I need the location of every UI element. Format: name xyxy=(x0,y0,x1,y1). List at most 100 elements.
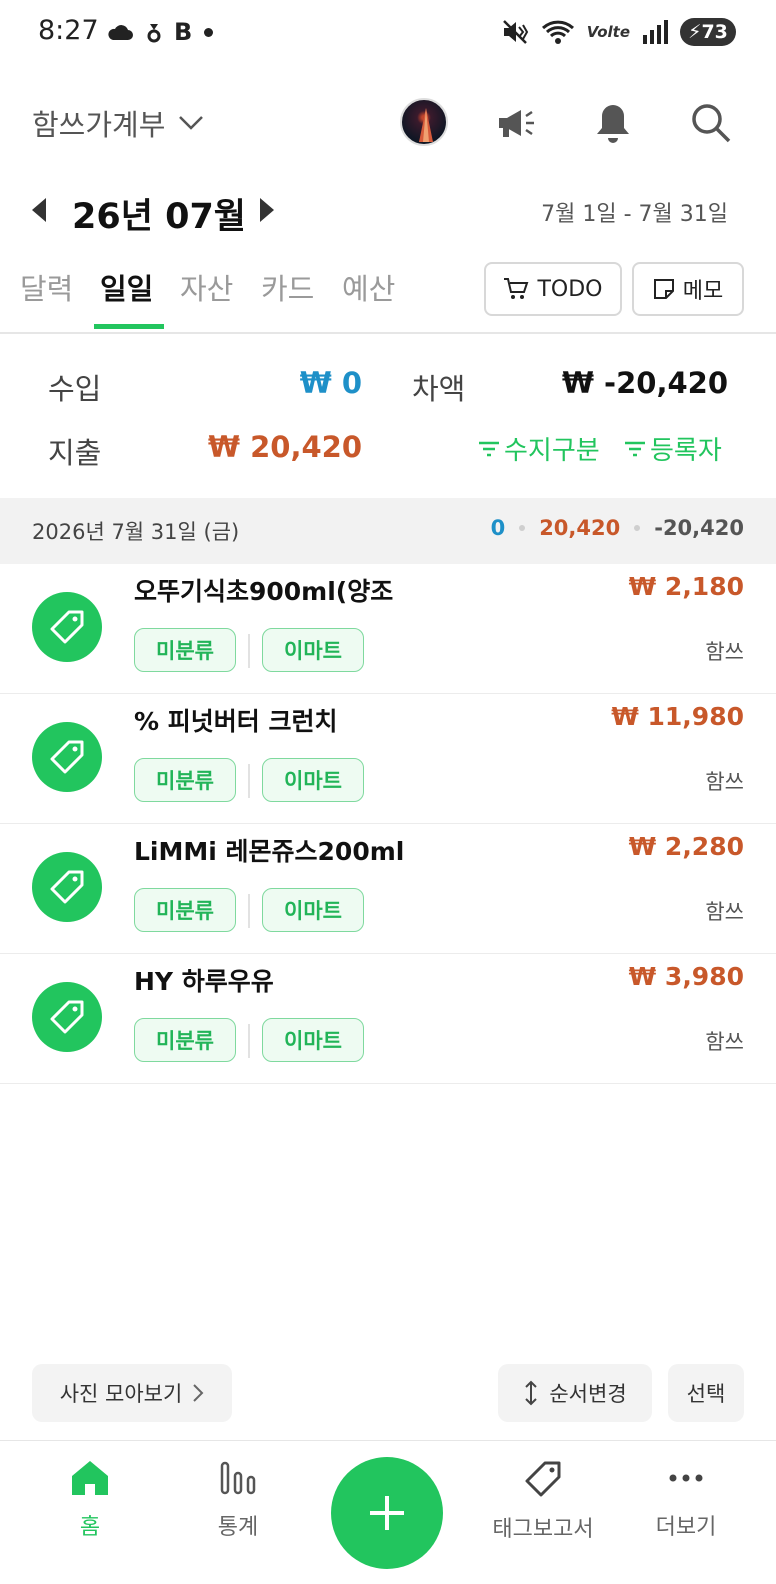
registrant-filter-button[interactable]: 등록자 xyxy=(624,430,722,467)
search-icon xyxy=(692,104,731,143)
transaction-name: 오뚜기식초900ml(양조 xyxy=(134,577,394,606)
transaction-amount: ₩ 11,980 xyxy=(611,702,744,731)
day-difference: -20,420 xyxy=(654,516,744,540)
notification-app-icon xyxy=(147,24,161,43)
tab-card[interactable]: 카드 xyxy=(261,266,314,308)
home-icon xyxy=(72,1461,108,1495)
prev-month-icon[interactable] xyxy=(28,196,48,224)
category-tag[interactable]: 미분류 xyxy=(134,758,236,802)
nav-more[interactable]: 더보기 xyxy=(626,1459,746,1541)
bottom-action-bar: 사진 모아보기 순서변경 선택 xyxy=(0,1364,776,1424)
difference-label: 차액 xyxy=(412,372,466,406)
signal-icon xyxy=(643,20,668,44)
day-income: 0 xyxy=(490,516,506,540)
select-button[interactable]: 선택 xyxy=(668,1364,744,1422)
next-month-icon[interactable] xyxy=(258,196,278,224)
view-tabs: 달력 일일 자산 카드 예산 TODO 메모 xyxy=(0,258,776,334)
cart-icon xyxy=(504,278,529,299)
transaction-row[interactable]: 오뚜기식초900ml(양조 ₩ 2,180 미분류 이마트 함쓰 xyxy=(0,564,776,694)
photo-gallery-label: 사진 모아보기 xyxy=(59,1382,183,1406)
date-range[interactable]: 7월 1일 - 7월 31일 xyxy=(541,196,728,228)
tab-daily[interactable]: 일일 xyxy=(100,266,153,308)
month-label[interactable]: 26년 07월 xyxy=(72,188,246,239)
day-expense: 20,420 xyxy=(539,516,621,540)
wifi-icon xyxy=(541,20,574,44)
transaction-name: % 피넛버터 크런치 xyxy=(134,707,338,736)
photo-gallery-button[interactable]: 사진 모아보기 xyxy=(32,1364,232,1422)
sort-arrows-icon xyxy=(525,1380,538,1406)
transaction-row[interactable]: HY 하루우유 ₩ 3,980 미분류 이마트 함쓰 xyxy=(0,954,776,1084)
store-tag[interactable]: 이마트 xyxy=(262,888,364,932)
transaction-name: HY 하루우유 xyxy=(134,967,274,996)
income-total: ₩ 0 xyxy=(299,366,362,400)
reorder-label: 순서변경 xyxy=(549,1382,627,1406)
category-tag[interactable]: 미분류 xyxy=(134,888,236,932)
tab-calendar[interactable]: 달력 xyxy=(20,266,73,308)
plus-icon xyxy=(370,1496,404,1530)
status-left-icons: B xyxy=(106,18,214,46)
book-selector[interactable]: 함쓰가계부 xyxy=(32,102,205,144)
memo-label: 메모 xyxy=(682,279,724,304)
separator-dot xyxy=(519,525,526,531)
summary-panel: 수입 ₩ 0 차액 ₩ -20,420 지출 ₩ 20,420 수지구분 등록자 xyxy=(0,352,776,497)
bell-icon xyxy=(597,105,629,143)
more-icon xyxy=(669,1474,703,1482)
mute-icon xyxy=(502,20,528,44)
day-totals: 0 20,420 -20,420 xyxy=(491,516,744,540)
more-notifications-icon xyxy=(204,27,214,37)
category-tag[interactable]: 미분류 xyxy=(134,1018,236,1062)
select-label: 선택 xyxy=(686,1382,726,1406)
book-title: 함쓰가계부 xyxy=(32,108,166,142)
nav-tag-report-label: 태그보고서 xyxy=(492,1517,594,1542)
stats-icon xyxy=(220,1461,256,1495)
search-button[interactable] xyxy=(688,100,734,146)
bottom-navigation: 홈 통계 태그보고서 더보기 xyxy=(0,1440,776,1584)
transaction-user: 함쓰 xyxy=(705,770,744,794)
avatar[interactable] xyxy=(400,98,448,146)
nav-stats-label: 통계 xyxy=(217,1515,259,1540)
category-tag[interactable]: 미분류 xyxy=(134,628,236,672)
nav-home[interactable]: 홈 xyxy=(30,1459,150,1541)
transaction-name: LiMMi 레몬쥬스200ml xyxy=(134,837,405,866)
type-filter-label: 수지구분 xyxy=(504,436,600,466)
transaction-amount: ₩ 3,980 xyxy=(628,962,744,991)
notifications-button[interactable] xyxy=(590,100,636,146)
transaction-row[interactable]: % 피넛버터 크런치 ₩ 11,980 미분류 이마트 함쓰 xyxy=(0,694,776,824)
type-filter-button[interactable]: 수지구분 xyxy=(478,430,600,467)
store-tag[interactable]: 이마트 xyxy=(262,758,364,802)
reorder-button[interactable]: 순서변경 xyxy=(498,1364,652,1422)
tag-icon xyxy=(32,852,102,922)
app-header: 함쓰가계부 xyxy=(0,90,776,152)
memo-button[interactable]: 메모 xyxy=(632,262,744,316)
tab-budget[interactable]: 예산 xyxy=(342,266,395,308)
store-tag[interactable]: 이마트 xyxy=(262,1018,364,1062)
transaction-row[interactable]: LiMMi 레몬쥬스200ml ₩ 2,280 미분류 이마트 함쓰 xyxy=(0,824,776,954)
active-tab-indicator xyxy=(94,324,164,329)
day-group-header: 2026년 7월 31일 (금) 0 20,420 -20,420 xyxy=(0,498,776,564)
separator-dot xyxy=(634,525,641,531)
store-tag[interactable]: 이마트 xyxy=(262,628,364,672)
transaction-user: 함쓰 xyxy=(705,900,744,924)
filter-icon xyxy=(625,441,645,456)
tag-icon xyxy=(32,982,102,1052)
status-bar: 8:27 B Volte ⚡ 73 xyxy=(0,0,776,66)
battery-icon: ⚡ 73 xyxy=(680,18,736,46)
todo-button[interactable]: TODO xyxy=(484,262,622,316)
chevron-right-icon xyxy=(193,1384,204,1402)
status-time: 8:27 xyxy=(38,15,99,46)
tag-divider xyxy=(248,894,250,928)
nav-tag-report[interactable]: 태그보고서 xyxy=(478,1459,608,1543)
tab-assets[interactable]: 자산 xyxy=(180,266,233,308)
battery-level: 73 xyxy=(701,21,728,43)
tag-divider xyxy=(248,764,250,798)
cloud-icon xyxy=(108,25,133,40)
tag-divider xyxy=(248,1024,250,1058)
announcement-button[interactable] xyxy=(494,100,540,146)
status-right-icons: Volte ⚡ 73 xyxy=(501,18,736,46)
tag-icon xyxy=(32,722,102,792)
income-label: 수입 xyxy=(48,372,102,406)
filter-icon xyxy=(479,441,499,456)
expense-total: ₩ 20,420 xyxy=(208,430,362,464)
add-transaction-button[interactable] xyxy=(331,1457,443,1569)
nav-stats[interactable]: 통계 xyxy=(178,1459,298,1541)
